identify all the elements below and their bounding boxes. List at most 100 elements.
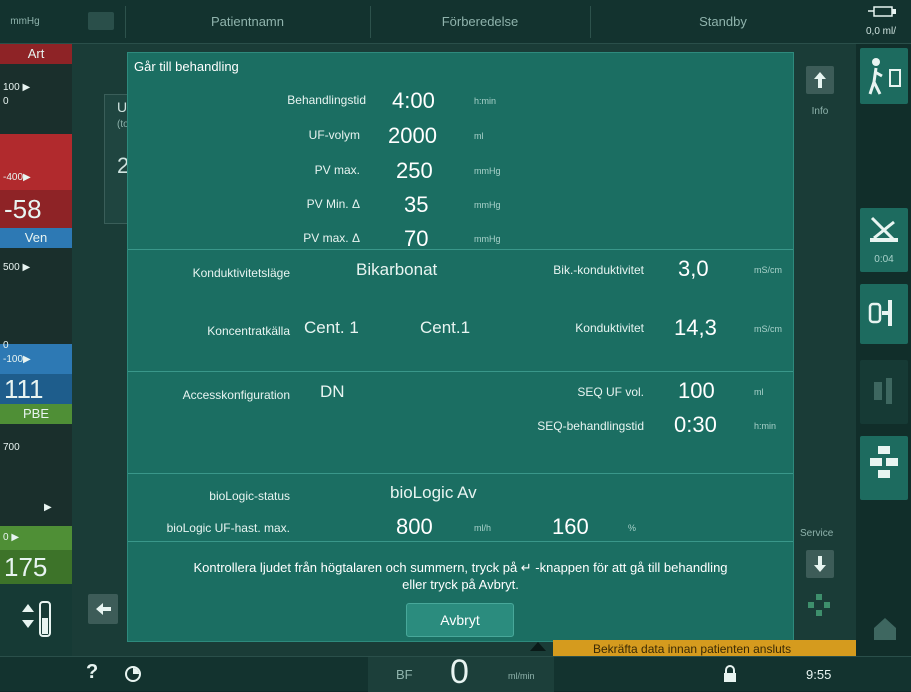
pv-max-value[interactable]: 250 [396,158,433,184]
back-button[interactable] [88,594,118,624]
ven-gauge: 500 ▶ 0 -100▶ [0,248,72,374]
conductivity-unit: mS/cm [754,324,782,334]
ven-top-scale: 500 ▶ [3,262,31,273]
pressure-column: Art 100 ▶ 0 -400▶ -58 Ven 500 ▶ 0 -100▶ … [0,44,72,656]
uf-volume-label: UF-volym [308,128,360,142]
biologic-status-value[interactable]: bioLogic Av [390,483,477,503]
bic-conductivity-label: Bik.-konduktivitet [553,263,644,277]
seq-treatment-time-unit: h:min [754,421,777,431]
dialog-message: Kontrollera ljudet från högtalaren och s… [128,559,793,593]
clock-time: 9:55 [806,667,832,682]
concentrate-source-label: Koncentratkälla [207,324,290,338]
bf-label: BF [396,667,413,682]
bic-conductivity-value[interactable]: 3,0 [678,256,709,282]
concentrate-source-value-1[interactable]: Cent. 1 [304,318,359,338]
settings-button[interactable] [860,436,908,500]
pbe-value: 175 [0,550,72,584]
treatment-time-label: Behandlingstid [287,93,366,107]
art-label: Art [0,44,72,64]
lock-icon[interactable] [722,665,738,683]
dialog-message-line-1: Kontrollera ljudet från högtalaren och s… [193,560,728,575]
start-treatment-dialog: Går till behandling Behandlingstid 4:00 … [127,52,794,642]
pv-max-label: PV max. [314,163,360,177]
bf-value: 0 [450,653,469,691]
info-area: Info [800,60,840,128]
keyboard-icon[interactable] [88,12,114,30]
pv-min-delta-value[interactable]: 35 [404,192,428,218]
right-column [856,44,911,656]
tab-preparation[interactable]: Förberedelse [370,0,590,44]
art-value: -58 [0,190,72,228]
pbe-arrow: ▶ [44,502,52,513]
section-divider [128,371,793,372]
seq-uf-volume-value[interactable]: 100 [678,378,715,404]
home-icon[interactable] [870,612,900,642]
biologic-uf-rate-value[interactable]: 800 [396,514,433,540]
pbe-gauge: 700 ▶ 0 ▶ [0,424,72,550]
dialog-title: Går till behandling [134,59,239,74]
volume-icon [868,4,904,20]
flow-button[interactable]: 0:04 [860,208,908,272]
arrow-left-icon [96,603,111,615]
bf-unit: ml/min [508,671,535,681]
disabled-button[interactable] [860,360,908,424]
pbe-label: PBE [0,404,72,424]
pressure-unit: mmHg [10,16,40,27]
clock-icon[interactable] [124,665,142,683]
biologic-percent-value[interactable]: 160 [552,514,589,540]
flow-timer: 0:04 [874,254,894,265]
blood-flow-panel[interactable]: BF 0 ml/min [368,653,554,692]
arrow-up-icon [814,72,826,88]
seq-treatment-time-label: SEQ-behandlingstid [537,419,644,433]
scroll-down-button[interactable] [806,550,834,578]
service-icon[interactable] [806,592,840,616]
uf-volume-value[interactable]: 2000 [388,123,437,149]
pv-min-delta-unit: mmHg [474,200,501,210]
syringe-button[interactable] [860,284,908,344]
section-divider [128,473,793,474]
conductivity-mode-value[interactable]: Bikarbonat [356,260,437,280]
dialog-message-line-2: eller tryck på Avbryt. [402,577,519,592]
pv-max-delta-label: PV max. Δ [303,231,360,245]
pv-max-delta-unit: mmHg [474,234,501,244]
scroll-up-button[interactable] [806,66,834,94]
conductivity-value[interactable]: 14,3 [674,315,717,341]
tab-patient-name[interactable]: Patientnamn [125,0,370,44]
syringe-icon [868,300,892,326]
access-config-value[interactable]: DN [320,382,345,402]
warning-pointer [530,642,546,651]
cancel-button[interactable]: Avbryt [406,603,514,637]
volume-readout: 0,0 ml/ [866,26,897,37]
device-icon [874,378,892,404]
bic-conductivity-unit: mS/cm [754,265,782,275]
tab-standby[interactable]: Standby [590,0,856,44]
level-adjust-button[interactable] [0,584,72,656]
access-config-label: Accesskonfiguration [182,388,290,402]
ven-label: Ven [0,228,72,248]
pbe-top-scale: 700 [3,442,20,453]
section-divider [128,249,793,250]
connector-icon [870,446,898,478]
treatment-time-value[interactable]: 4:00 [392,88,435,114]
level-adjust-icon [22,601,51,637]
service-label: Service [800,528,834,539]
ven-bottom-scale: -100▶ [3,354,31,365]
bottom-bar: ? BF 0 ml/min 9:55 [0,653,911,692]
treatment-time-unit: h:min [474,96,497,106]
flow-icon [870,216,898,242]
conductivity-label: Konduktivitet [575,321,644,335]
concentrate-source-value-2[interactable]: Cent.1 [420,318,470,338]
pv-min-delta-label: PV Min. Δ [306,197,360,211]
pbe-zero: 0 ▶ [3,532,20,543]
walking-person-button[interactable] [860,48,908,104]
uf-card-label: U [117,99,128,115]
help-icon[interactable]: ? [86,661,98,684]
pv-max-unit: mmHg [474,166,501,176]
biologic-percent-unit: % [628,523,637,533]
ven-zero: 0 [3,340,9,351]
ven-value: 111 [0,374,72,404]
top-bar: mmHg Patientnamn Förberedelse Standby 0,… [0,0,911,44]
seq-treatment-time-value[interactable]: 0:30 [674,412,717,438]
arrow-down-icon [814,556,826,572]
biologic-uf-rate-unit: ml/h [474,523,492,533]
